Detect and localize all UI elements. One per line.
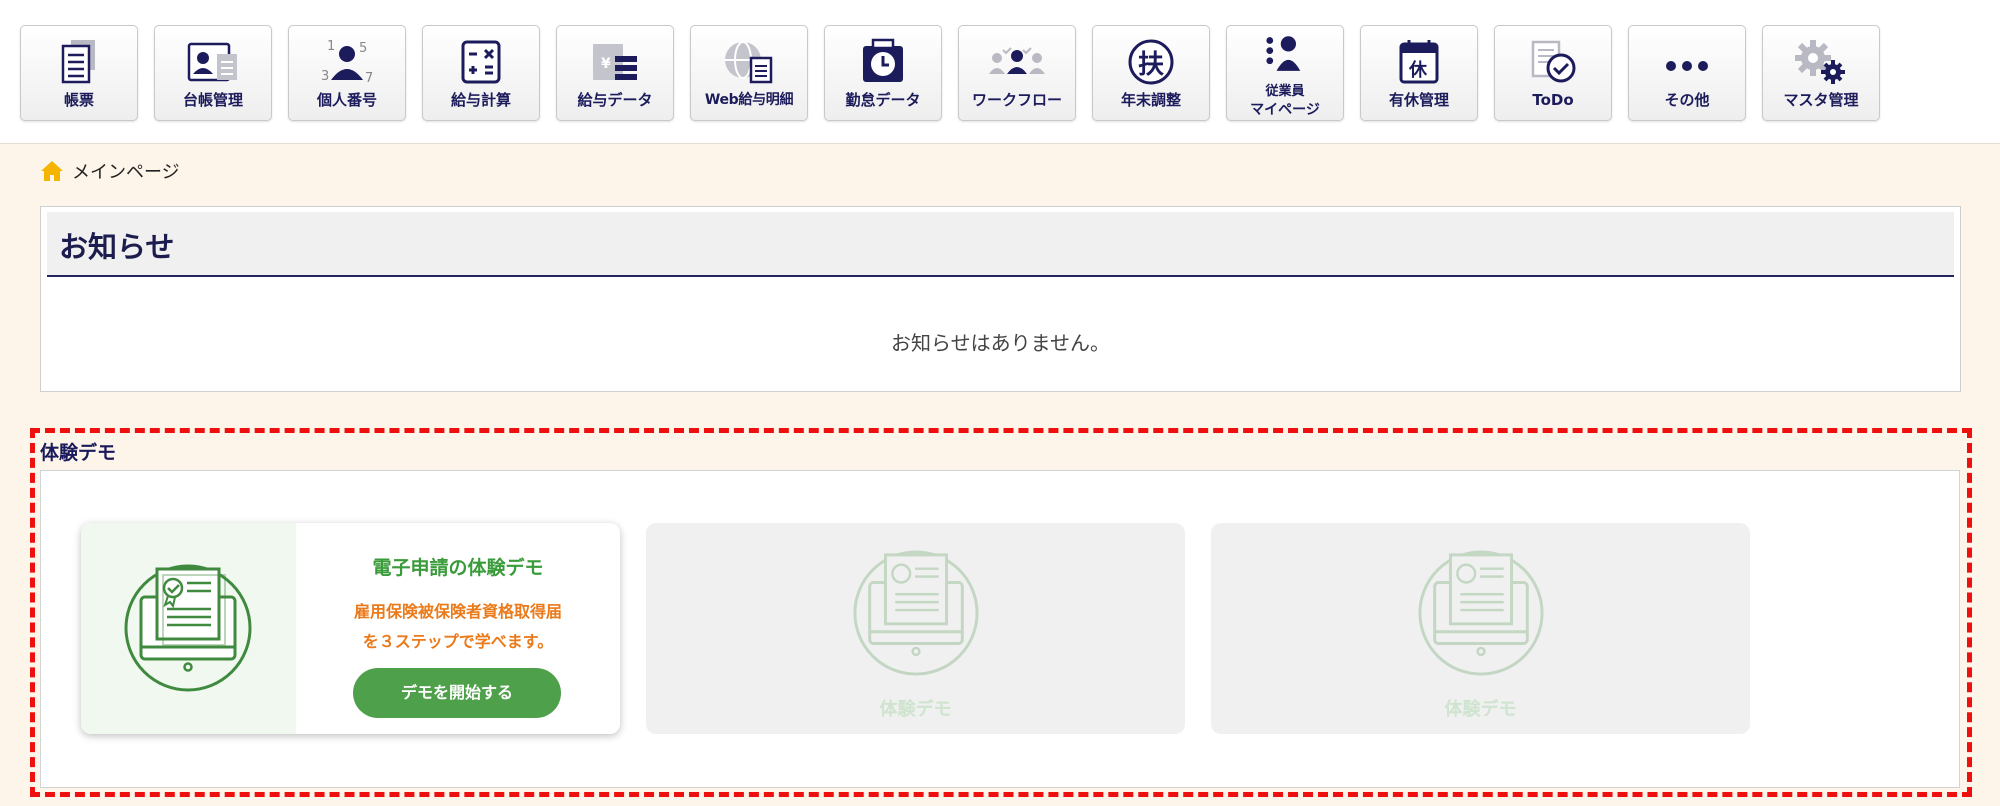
demo-placeholder-label: 体験デモ	[1444, 699, 1517, 720]
nav-label: その他	[1664, 91, 1710, 109]
nav-button-todo[interactable]: ToDo	[1494, 25, 1612, 121]
paid-leave-calendar-icon: 休	[1361, 36, 1477, 88]
more-dots-icon	[1629, 36, 1745, 88]
master-gear-icon	[1763, 36, 1879, 88]
svg-text:7: 7	[365, 71, 373, 86]
notice-panel: お知らせ お知らせはありません。	[40, 206, 1961, 392]
demo-card-placeholder: 体験デモ	[1211, 523, 1750, 734]
demo-card-placeholder: 体験デモ	[646, 523, 1185, 734]
nav-label: 年末調整	[1120, 91, 1181, 109]
nav-button-attendance[interactable]: 勤怠データ	[824, 25, 942, 121]
svg-text:扶: 扶	[1138, 50, 1164, 80]
nav-label: ワークフロー	[971, 91, 1062, 109]
demo-section-title: 体験デモ	[40, 442, 117, 464]
svg-text:3: 3	[321, 69, 329, 84]
breadcrumb: メインページ	[40, 156, 180, 186]
nav-button-web-payslip[interactable]: Web給与明細	[690, 25, 808, 121]
nav-label: 帳票	[63, 91, 94, 109]
employee-mypage-icon	[1227, 32, 1343, 76]
nav-label: 給与データ	[577, 91, 653, 109]
nav-label: 勤怠データ	[845, 91, 921, 109]
web-payslip-icon	[691, 36, 807, 88]
nav-button-payroll-calc[interactable]: 給与計算	[422, 25, 540, 121]
demo-card-illustration	[81, 523, 296, 734]
nav-label: 従業員 マイページ	[1227, 84, 1343, 118]
ledger-card-icon	[155, 36, 271, 88]
nav-label: Web給与明細	[704, 92, 794, 108]
nav-label: 給与計算	[450, 91, 511, 109]
top-navigation: 帳票 台帳管理 1537 個人番号 給与計算 ¥ 給与データ Web給与明細 勤…	[0, 0, 2000, 144]
start-demo-button[interactable]: デモを開始する	[353, 668, 561, 718]
demo-card-desc-line: 雇用保険被保険者資格取得届	[353, 602, 562, 621]
nav-button-payroll-data[interactable]: ¥ 給与データ	[556, 25, 674, 121]
nav-label: ToDo	[1532, 91, 1574, 109]
nav-button-workflow[interactable]: ワークフロー	[958, 25, 1076, 121]
nav-label: マスタ管理	[1783, 91, 1859, 109]
breadcrumb-main-page[interactable]: メインページ	[72, 158, 180, 184]
nav-button-employee-mypage[interactable]: 従業員 マイページ	[1226, 25, 1344, 121]
demo-card-title: 電子申請の体験デモ	[372, 557, 544, 579]
demo-placeholder-label: 体験デモ	[879, 699, 952, 720]
computer-certificate-icon	[853, 550, 979, 676]
demo-card-e-application[interactable]: 電子申請の体験デモ 雇用保険被保険者資格取得届 を３ステップで学べます。 デモを…	[81, 523, 620, 734]
nav-label: 有休管理	[1388, 91, 1449, 109]
nav-button-others[interactable]: その他	[1628, 25, 1746, 121]
svg-text:5: 5	[359, 41, 367, 56]
nav-button-forms[interactable]: 帳票	[20, 25, 138, 121]
nav-label: 個人番号	[316, 91, 377, 109]
nav-button-personal-number[interactable]: 1537 個人番号	[288, 25, 406, 121]
home-icon[interactable]	[40, 159, 64, 183]
notice-header: お知らせ	[47, 212, 1954, 277]
nav-button-year-end[interactable]: 扶 年末調整	[1092, 25, 1210, 121]
notice-title: お知らせ	[59, 230, 175, 264]
year-end-adjustment-icon: 扶	[1093, 36, 1209, 88]
nav-label: 台帳管理	[182, 91, 243, 109]
nav-label-line: 従業員	[1265, 84, 1305, 99]
attendance-clock-icon	[825, 36, 941, 88]
workflow-people-icon	[959, 36, 1075, 88]
svg-text:1: 1	[327, 39, 335, 54]
payroll-data-icon: ¥	[557, 36, 673, 88]
personal-number-icon: 1537	[289, 36, 405, 88]
demo-card-desc-line: を３ステップで学べます。	[362, 632, 554, 651]
nav-button-master[interactable]: マスタ管理	[1762, 25, 1880, 121]
form-document-icon	[21, 36, 137, 88]
calculator-icon	[423, 36, 539, 88]
svg-text:¥: ¥	[601, 56, 611, 72]
nav-label-line: マイページ	[1250, 102, 1320, 118]
svg-text:休: 休	[1408, 59, 1428, 81]
computer-certificate-icon	[1418, 550, 1544, 676]
notice-empty-message: お知らせはありません。	[891, 331, 1110, 355]
todo-check-icon	[1495, 36, 1611, 88]
nav-button-paid-leave[interactable]: 休 有休管理	[1360, 25, 1478, 121]
demo-card-description: 雇用保険被保険者資格取得届 を３ステップで学べます。	[296, 597, 620, 657]
computer-certificate-icon	[124, 564, 252, 692]
nav-button-ledger[interactable]: 台帳管理	[154, 25, 272, 121]
